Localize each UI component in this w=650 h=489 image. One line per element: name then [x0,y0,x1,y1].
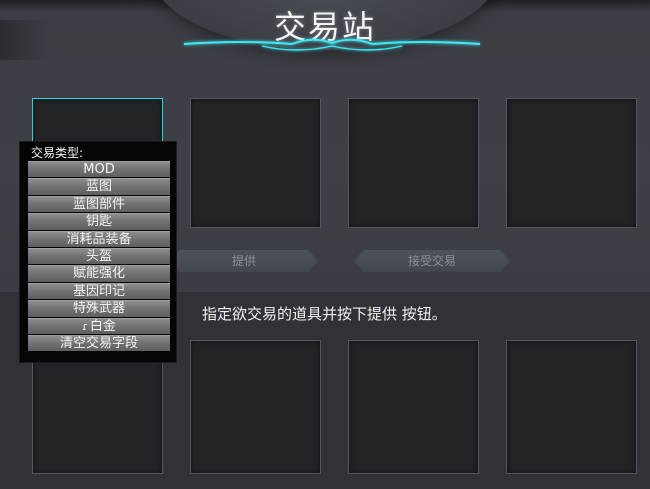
dropdown-item-label: 赋能强化 [72,266,125,282]
trade-slot-top-3[interactable] [348,98,479,228]
dropdown-list: MOD 蓝图 蓝图部件 钥匙 消耗品装备 头盔 赋能强化 基因印记 特殊武器 ɾ… [28,161,170,352]
trade-slot-bottom-3[interactable] [348,340,479,474]
dropdown-item-label: 头盔 [85,248,112,264]
trade-slot-top-2[interactable] [190,98,321,228]
trade-slot-top-4[interactable] [506,98,637,228]
dropdown-item-label: 清空交易字段 [59,335,138,351]
dropdown-item-label: 特殊武器 [72,301,125,317]
dropdown-item-platinum[interactable]: ɾ 白金 [28,317,170,334]
dropdown-item-label: 钥匙 [85,214,112,230]
dropdown-item-key[interactable]: 钥匙 [28,213,170,230]
dropdown-item-label: 蓝图部件 [72,196,125,212]
dropdown-item-label: MOD [83,162,115,177]
dropdown-item-gene-imprint[interactable]: 基因印记 [28,282,170,300]
dropdown-item-empowerment[interactable]: 赋能强化 [28,265,170,282]
top-left-shade [0,20,50,60]
platinum-icon: ɾ [82,319,88,333]
dropdown-item-consumable[interactable]: 消耗品装备 [28,230,170,247]
dropdown-item-mod[interactable]: MOD [28,161,170,178]
accept-trade-button[interactable]: 接受交易 [354,250,510,272]
dropdown-item-blueprint-part[interactable]: 蓝图部件 [28,195,170,213]
dropdown-header: 交易类型: [31,146,84,160]
dropdown-item-special-weapon[interactable]: 特殊武器 [28,300,170,317]
dropdown-item-clear-fields[interactable]: 清空交易字段 [28,334,170,352]
trade-type-dropdown: 交易类型: MOD 蓝图 蓝图部件 钥匙 消耗品装备 头盔 赋能强化 基因印记 … [19,141,177,363]
trade-slot-bottom-4[interactable] [506,340,637,474]
dropdown-item-blueprint[interactable]: 蓝图 [28,178,170,195]
offer-button[interactable]: 提供 [170,250,318,272]
instruction-text: 指定欲交易的道具并按下提供 按钮。 [202,305,447,323]
trade-slot-bottom-2[interactable] [190,340,321,474]
dropdown-item-label: 消耗品装备 [66,231,132,247]
title-ornament-icon [183,38,481,51]
dropdown-item-label: 白金 [89,318,116,334]
dropdown-item-label: 基因印记 [72,283,125,299]
dropdown-item-helmet[interactable]: 头盔 [28,247,170,265]
dropdown-item-label: 蓝图 [85,179,112,195]
